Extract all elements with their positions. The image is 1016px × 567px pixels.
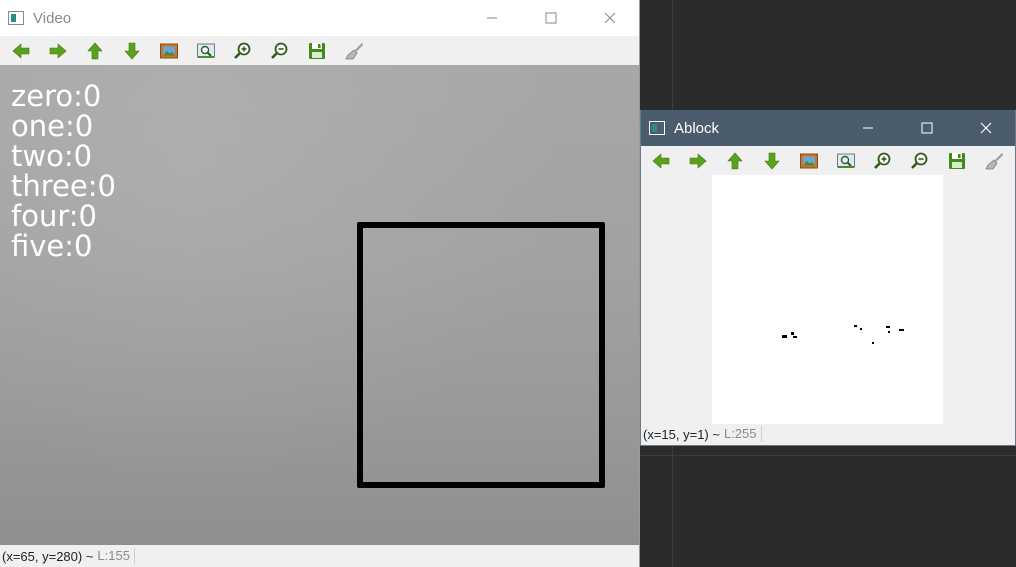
arrow-up-icon	[86, 42, 103, 59]
minimize-icon	[862, 127, 873, 129]
background-divider	[672, 0, 673, 110]
zoom-in-button[interactable]	[864, 146, 901, 175]
pan-right-button[interactable]	[679, 146, 716, 175]
noise-speck	[886, 326, 890, 328]
pan-down-button[interactable]	[113, 36, 150, 65]
window-title: Ablock	[674, 119, 720, 137]
zoom-in-icon	[233, 42, 250, 59]
background-divider	[672, 446, 673, 567]
zoom-out-icon	[910, 152, 927, 169]
pixel-value: L:155	[97, 548, 135, 564]
pan-right-button[interactable]	[39, 36, 76, 65]
digit-counter-list: zero:0 one:0 two:0 three:0 four:0 five:0	[11, 81, 116, 261]
arrow-down-icon	[763, 152, 780, 169]
save-image-button[interactable]	[298, 36, 335, 65]
counter-three: three:0	[11, 169, 116, 203]
properties-brush-icon	[984, 152, 1003, 169]
window-controls	[838, 110, 1015, 146]
pan-down-button[interactable]	[753, 146, 790, 175]
close-button[interactable]	[956, 110, 1015, 146]
zoom-in-icon	[873, 152, 890, 169]
properties-button[interactable]	[335, 36, 372, 65]
zoom-region-button[interactable]	[827, 146, 864, 175]
maximize-button[interactable]	[897, 110, 956, 146]
ablock-titlebar[interactable]: Ablock	[641, 110, 1015, 146]
noise-speck	[888, 331, 890, 333]
minimize-icon	[486, 17, 497, 19]
save-image-button[interactable]	[938, 146, 975, 175]
arrow-up-icon	[726, 152, 743, 169]
arrow-right-icon	[689, 152, 706, 169]
maximize-icon	[545, 12, 556, 24]
counter-one: one:0	[11, 109, 94, 143]
window-controls	[462, 0, 639, 36]
save-icon	[948, 152, 965, 169]
noise-speck	[872, 342, 874, 344]
ablock-toolbar	[641, 146, 1015, 175]
arrow-left-icon	[652, 152, 669, 169]
zoom-fit-button[interactable]	[790, 146, 827, 175]
zoom-region-icon	[196, 43, 215, 58]
pan-up-button[interactable]	[76, 36, 113, 65]
app-window-icon	[649, 121, 665, 135]
video-window: Video zero:0 one:0 two:0 three:0 four:0 …	[0, 0, 640, 567]
zoom-out-icon	[270, 42, 287, 59]
minimize-button[interactable]	[838, 110, 897, 146]
maximize-button[interactable]	[521, 0, 580, 36]
close-icon	[604, 12, 615, 24]
video-titlebar[interactable]: Video	[0, 0, 639, 36]
save-icon	[308, 42, 325, 59]
window-title: Video	[33, 9, 72, 27]
cursor-coordinates: (x=15, y=1) ~	[643, 426, 720, 442]
zoom-out-button[interactable]	[901, 146, 938, 175]
close-icon	[980, 122, 991, 134]
image-icon	[159, 43, 178, 58]
counter-zero: zero:0	[11, 79, 102, 113]
close-button[interactable]	[580, 0, 639, 36]
detection-roi-box	[357, 222, 605, 488]
video-frame[interactable]: zero:0 one:0 two:0 three:0 four:0 five:0	[0, 65, 639, 545]
noise-speck	[899, 329, 904, 331]
app-window-icon	[8, 11, 24, 25]
noise-speck	[860, 328, 862, 330]
cursor-coordinates: (x=65, y=280) ~	[2, 548, 94, 564]
video-toolbar	[0, 36, 639, 65]
counter-two: two:0	[11, 139, 93, 173]
pan-up-button[interactable]	[716, 146, 753, 175]
arrow-down-icon	[123, 42, 140, 59]
properties-brush-icon	[344, 42, 363, 59]
noise-speck	[791, 332, 794, 335]
properties-button[interactable]	[975, 146, 1012, 175]
ablock-window: Ablock (x=15, y=1) ~ L:255	[640, 110, 1016, 446]
background-divider	[640, 455, 1016, 456]
noise-speck	[793, 336, 797, 338]
zoom-region-icon	[836, 153, 855, 168]
pan-left-button[interactable]	[642, 146, 679, 175]
zoom-fit-button[interactable]	[150, 36, 187, 65]
noise-speck	[854, 325, 857, 327]
zoom-region-button[interactable]	[187, 36, 224, 65]
video-statusbar: (x=65, y=280) ~ L:155	[0, 545, 639, 567]
zoom-in-button[interactable]	[224, 36, 261, 65]
zoom-out-button[interactable]	[261, 36, 298, 65]
pan-left-button[interactable]	[2, 36, 39, 65]
pixel-value: L:255	[724, 426, 762, 442]
ablock-image[interactable]	[712, 175, 943, 424]
counter-four: four:0	[11, 199, 97, 233]
counter-five: five:0	[11, 229, 93, 263]
noise-speck	[782, 335, 787, 338]
ablock-statusbar: (x=15, y=1) ~ L:255	[641, 424, 1015, 444]
arrow-right-icon	[49, 42, 66, 59]
arrow-left-icon	[12, 42, 29, 59]
image-icon	[799, 153, 818, 168]
maximize-icon	[921, 122, 932, 134]
minimize-button[interactable]	[462, 0, 521, 36]
